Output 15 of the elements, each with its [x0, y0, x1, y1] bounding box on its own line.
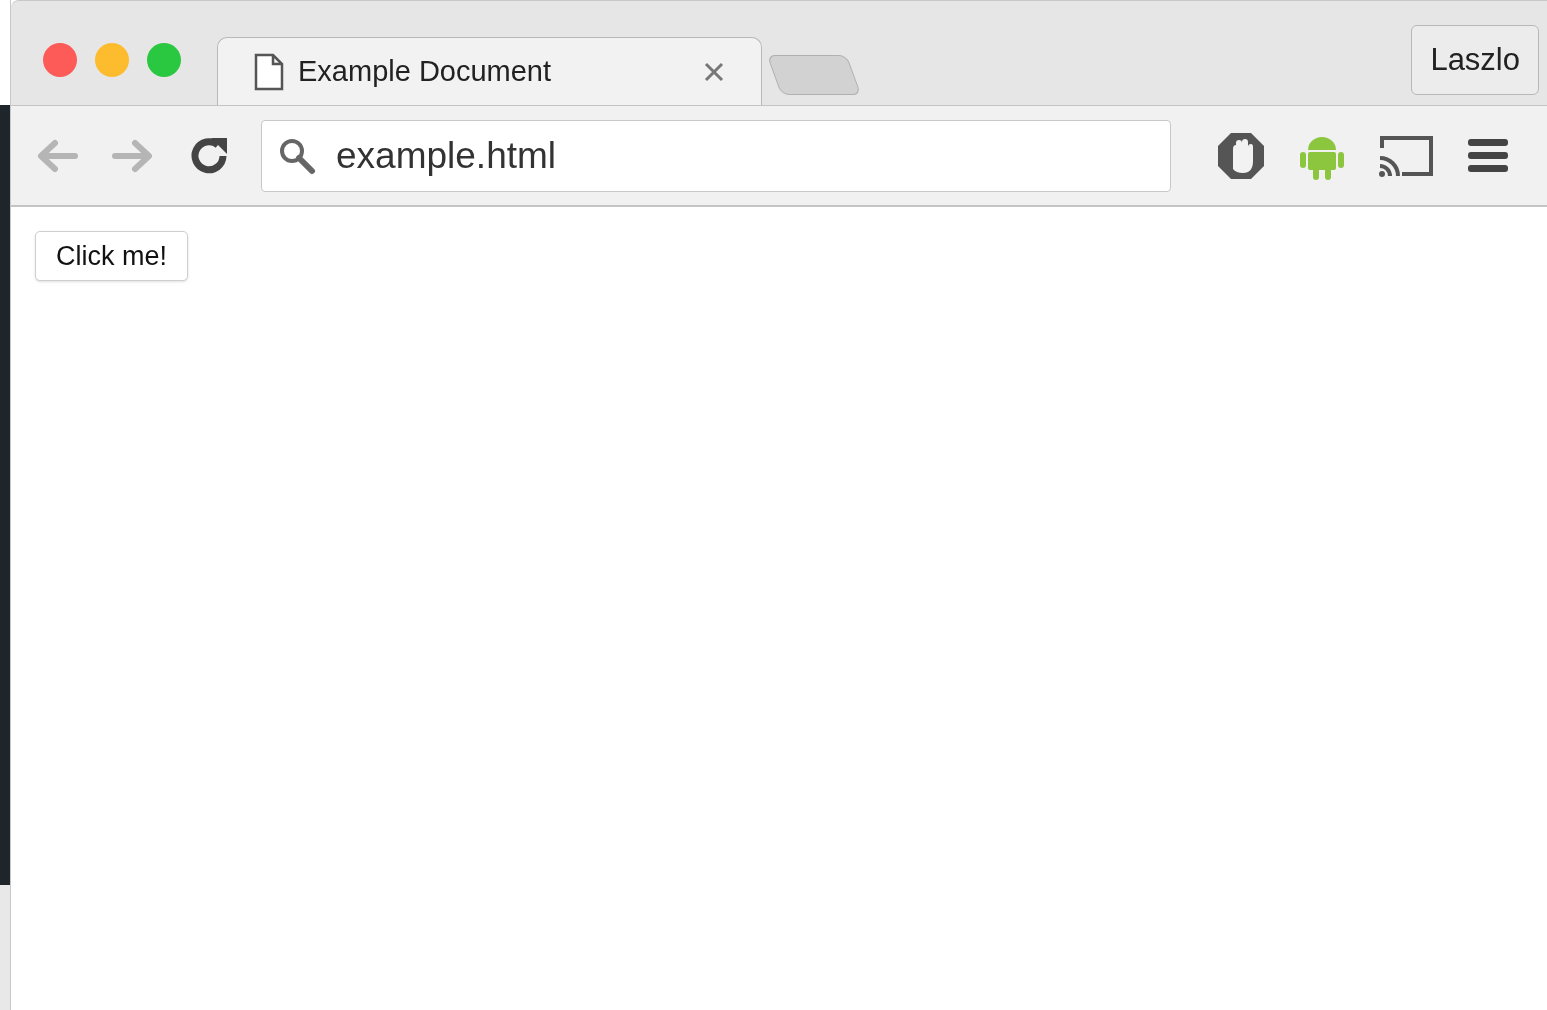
- cast-icon[interactable]: [1378, 133, 1434, 178]
- document-icon: [254, 52, 284, 91]
- maximize-window-icon[interactable]: [147, 43, 181, 77]
- minimize-window-icon[interactable]: [95, 43, 129, 77]
- click-me-button[interactable]: Click me!: [35, 231, 188, 281]
- search-icon: [278, 136, 316, 175]
- close-window-icon[interactable]: [43, 43, 77, 77]
- address-bar[interactable]: example.html: [261, 119, 1171, 192]
- close-icon[interactable]: [703, 60, 725, 83]
- browser-tab[interactable]: Example Document: [217, 37, 762, 105]
- menu-icon[interactable]: [1468, 136, 1508, 175]
- hand-stop-icon[interactable]: [1216, 130, 1266, 181]
- profile-button[interactable]: Laszlo: [1411, 25, 1539, 95]
- url-text: example.html: [336, 133, 557, 178]
- tab-title: Example Document: [298, 53, 552, 89]
